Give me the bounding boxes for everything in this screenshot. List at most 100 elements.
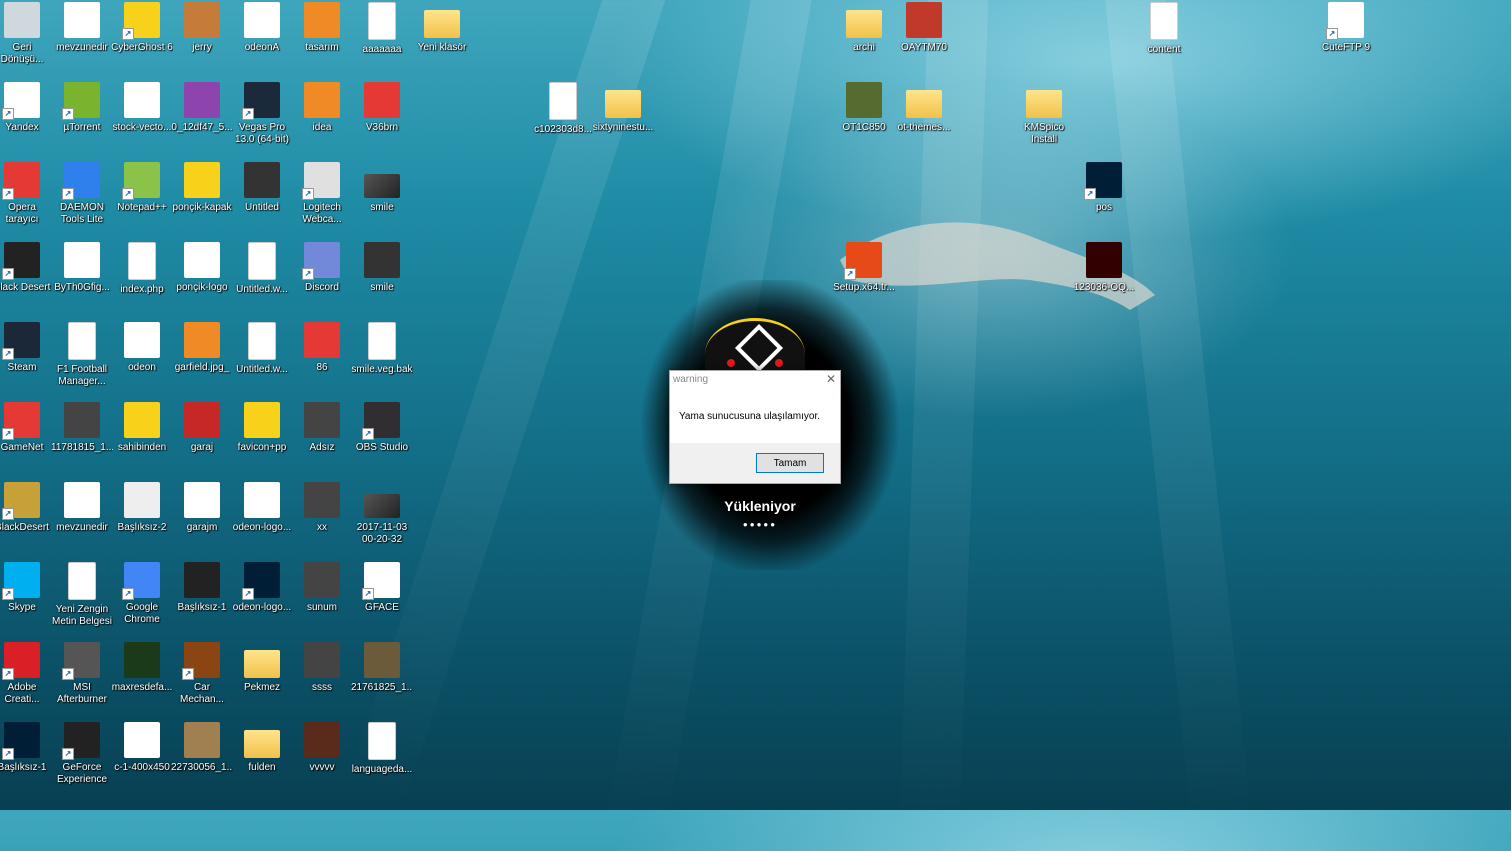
desktop-icon[interactable]: garfield.jpg_ [171, 322, 233, 374]
desktop-icon[interactable]: sahibinden [111, 402, 173, 454]
desktop-icon[interactable]: Car Mechan... [171, 642, 233, 706]
desktop-icon[interactable]: c102303d8... [532, 82, 594, 136]
desktop-icon[interactable]: OT1C850 [833, 82, 895, 134]
desktop-icon[interactable]: jerry [171, 2, 233, 54]
desktop-icon[interactable]: Başlıksız-1 [171, 562, 233, 614]
desktop-icon[interactable]: smile [351, 242, 413, 294]
desktop-icon-label: vvvvv [309, 762, 335, 773]
desktop-icon[interactable]: fulden [231, 722, 293, 774]
desktop-icon[interactable]: ByTh0Gfig... [51, 242, 113, 294]
desktop-icon[interactable]: CyberGhost 6 [111, 2, 173, 54]
desktop-icon[interactable]: stock-vecto... [111, 82, 173, 134]
desktop-icon[interactable]: 0_12df47_5... [171, 82, 233, 134]
desktop-icon-label: 11781815_1... [51, 442, 113, 453]
close-icon[interactable]: ✕ [826, 372, 836, 386]
desktop-icon[interactable]: sixtyninestu... [592, 82, 654, 134]
desktop-icon[interactable]: odeonA [231, 2, 293, 54]
desktop-icon-label: Vegas Pro 13.0 (64-bit) [235, 122, 289, 145]
desktop-icon[interactable]: pos [1073, 162, 1135, 214]
desktop-icon[interactable]: smile [351, 162, 413, 214]
desktop-icon[interactable]: odeon-logo... [231, 562, 293, 614]
desktop-icon[interactable]: Untitled [231, 162, 293, 214]
desktop-icon[interactable]: tasarım [291, 2, 353, 54]
desktop-icon[interactable]: 2017-11-03 00-20-32 [351, 482, 413, 546]
desktop-icon[interactable]: KMSpico Install [1013, 82, 1075, 146]
warning-dialog: warning ✕ Yama sunucusuna ulaşılamıyor. … [669, 370, 841, 484]
desktop-icon[interactable]: ssss [291, 642, 353, 694]
desktop-icon[interactable]: sunum [291, 562, 353, 614]
desktop-icon[interactable]: Yandex [0, 82, 53, 134]
desktop-icon[interactable]: Notepad++ [111, 162, 173, 214]
desktop-icon[interactable]: aaaaaaa [351, 2, 413, 56]
desktop-icon[interactable]: MSI Afterburner [51, 642, 113, 706]
desktop-icon[interactable]: GeForce Experience [51, 722, 113, 786]
desktop-icon[interactable]: languageda... [351, 722, 413, 776]
desktop-icon[interactable]: vvvvv [291, 722, 353, 774]
desktop-icon-label: stock-vecto... [112, 122, 172, 133]
desktop-icon[interactable]: Başlıksız-2 [111, 482, 173, 534]
desktop-icon[interactable]: Adobe Creati... [0, 642, 53, 706]
desktop-icon-label: sixtyninestu... [592, 122, 654, 133]
desktop-icon[interactable]: idea [291, 82, 353, 134]
desktop-icon[interactable]: GFACE [351, 562, 413, 614]
desktop-icon[interactable]: favicon+pp [231, 402, 293, 454]
desktop-icon[interactable]: garajm [171, 482, 233, 534]
folder-icon [244, 730, 280, 758]
desktop-icon[interactable]: CuteFTP 9 [1315, 2, 1377, 54]
desktop-icon[interactable]: GameNet [0, 402, 53, 454]
image-icon [304, 322, 340, 358]
desktop-icon[interactable]: Başlıksız-1 [0, 722, 53, 774]
desktop-icon[interactable]: 123036-OQ... [1073, 242, 1135, 294]
desktop-icon[interactable]: Adsız [291, 402, 353, 454]
desktop-icon[interactable]: Discord [291, 242, 353, 294]
desktop-icon[interactable]: garaj [171, 402, 233, 454]
desktop-icon[interactable]: 21761825_1... [351, 642, 413, 694]
desktop-icon[interactable]: Opera tarayıcı [0, 162, 53, 226]
desktop-icon[interactable]: Untitled.w... [231, 322, 293, 376]
desktop-icon[interactable]: 22730056_1... [171, 722, 233, 774]
desktop-icon[interactable]: OBS Studio [351, 402, 413, 454]
desktop-icon[interactable]: mevzunedir [51, 482, 113, 534]
desktop-icon[interactable]: Logitech Webca... [291, 162, 353, 226]
desktop-icon[interactable]: Vegas Pro 13.0 (64-bit) [231, 82, 293, 146]
desktop-icon[interactable]: Black Desert [0, 242, 53, 294]
desktop-icon[interactable]: xx [291, 482, 353, 534]
desktop-icon[interactable]: smile.veg.bak [351, 322, 413, 376]
desktop-icon[interactable]: Untitled.w... [231, 242, 293, 296]
ok-button[interactable]: Tamam [756, 453, 824, 473]
desktop-icon[interactable]: maxresdefa... [111, 642, 173, 694]
desktop-icon[interactable]: 86 [291, 322, 353, 374]
desktop-icon[interactable]: index.php [111, 242, 173, 296]
desktop-icon[interactable]: DAEMON Tools Lite [51, 162, 113, 226]
desktop-icon[interactable]: c-1-400x450 [111, 722, 173, 774]
desktop-icon[interactable]: Google Chrome [111, 562, 173, 626]
desktop-icon[interactable]: BlackDesert [0, 482, 53, 534]
desktop-icon[interactable]: Pekmez [231, 642, 293, 694]
desktop-icon-label: Yeni Zengin Metin Belgesi [51, 604, 113, 627]
desktop-icon[interactable]: 11781815_1... [51, 402, 113, 454]
desktop-icon[interactable]: ot-themes... [893, 82, 955, 134]
desktop-icon[interactable]: Geri Dönüşü... [0, 2, 53, 66]
desktop-icon[interactable]: archi [833, 2, 895, 54]
desktop-icon-label: 21761825_1... [351, 682, 413, 693]
desktop-icon[interactable]: µTorrent [51, 82, 113, 134]
desktop-icon-label: Geri Dönüşü... [0, 42, 44, 65]
desktop-icon[interactable]: F1 Football Manager... [51, 322, 113, 388]
desktop-icon[interactable]: Steam [0, 322, 53, 374]
desktop-icon[interactable]: Yeni klasör [411, 2, 473, 54]
dialog-footer: Tamam [670, 443, 840, 483]
desktop-icon[interactable]: mevzunedir [51, 2, 113, 54]
desktop-icon[interactable]: OAYTM70 [893, 2, 955, 54]
desktop-icon[interactable]: Skype [0, 562, 53, 614]
desktop-icon[interactable]: content [1133, 2, 1195, 56]
desktop-icon-label: jerry [192, 42, 212, 53]
desktop-icon-label: F1 Football Manager... [56, 364, 108, 387]
desktop-icon[interactable]: odeon [111, 322, 173, 374]
desktop-icon[interactable]: ponçik-logo [171, 242, 233, 294]
desktop-icon[interactable]: ponçik-kapak [171, 162, 233, 214]
desktop-icon[interactable]: V36brn [351, 82, 413, 134]
document-icon [368, 322, 396, 360]
wallpaper-light-ray [1100, 0, 1254, 849]
desktop-icon[interactable]: Yeni Zengin Metin Belgesi [51, 562, 113, 628]
desktop-icon[interactable]: odeon-logo... [231, 482, 293, 534]
